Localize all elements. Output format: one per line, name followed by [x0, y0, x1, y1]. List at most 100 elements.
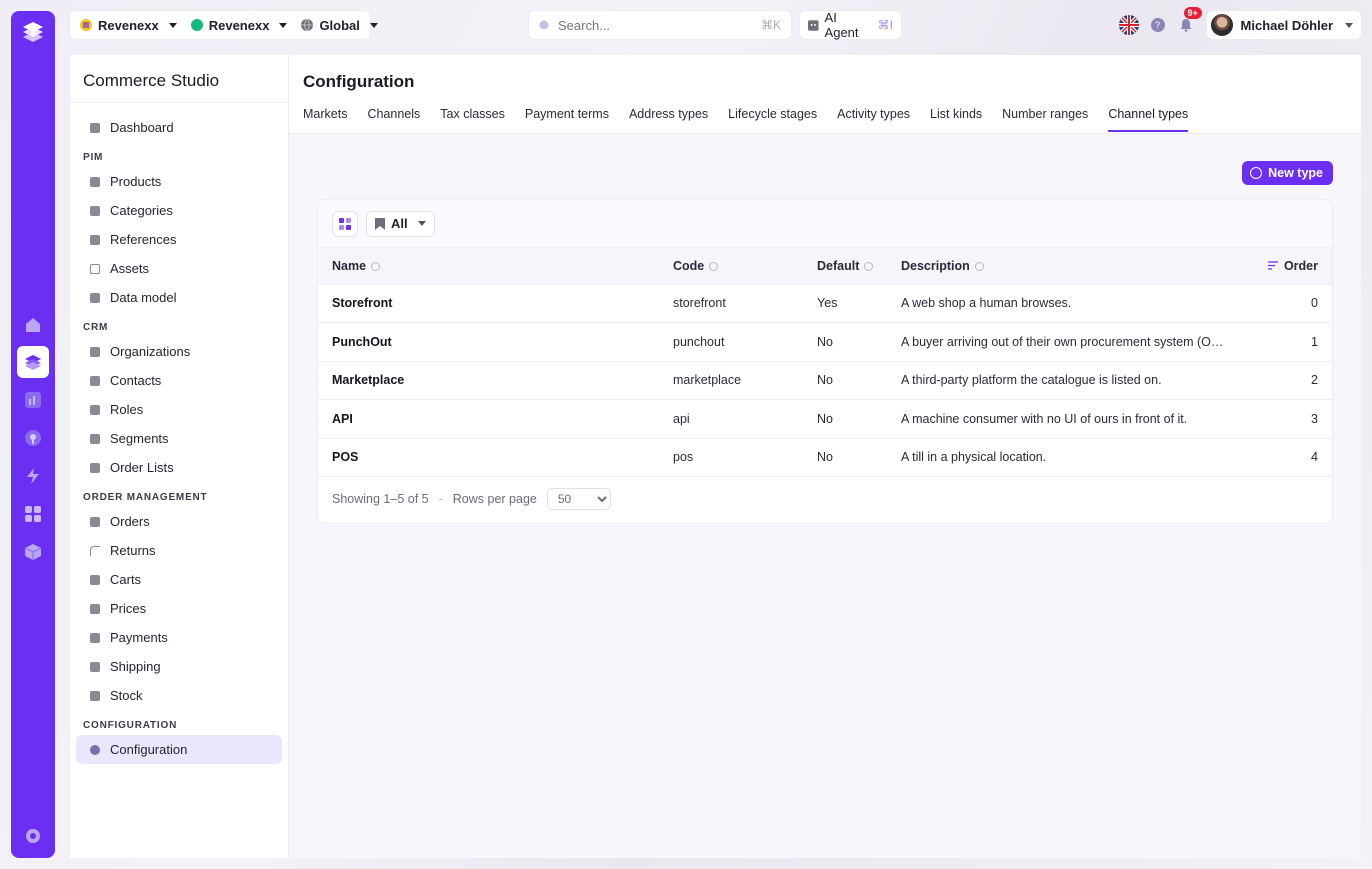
- notifications-button[interactable]: 9+: [1177, 7, 1202, 34]
- contact-icon: [90, 375, 100, 386]
- sidebar: Commerce Studio Dashboard PIM Products C…: [70, 55, 289, 858]
- table-row[interactable]: Storefront storefront Yes A web shop a h…: [318, 284, 1332, 323]
- tab-number-ranges[interactable]: Number ranges: [1002, 103, 1088, 134]
- layers-icon[interactable]: [17, 346, 49, 378]
- sort-icon[interactable]: [371, 261, 381, 271]
- sidebar-item-segments[interactable]: Segments: [76, 424, 282, 453]
- sidebar-item-label: Payments: [110, 630, 168, 645]
- analytics-icon[interactable]: [20, 387, 46, 413]
- chevron-down-icon: [279, 22, 288, 28]
- sidebar-item-shipping[interactable]: Shipping: [76, 652, 282, 681]
- search-input[interactable]: [558, 17, 753, 33]
- sidebar-section-configuration: CONFIGURATION: [83, 720, 178, 731]
- cell-default: No: [803, 438, 887, 477]
- company-switcher-label: Revenexx: [208, 17, 270, 33]
- table-row[interactable]: API api No A machine consumer with no UI…: [318, 399, 1332, 439]
- bolt-icon[interactable]: [20, 463, 46, 489]
- cell-code: pos: [659, 438, 803, 477]
- tab-channels[interactable]: Channels: [367, 103, 420, 134]
- sidebar-item-dashboard[interactable]: Dashboard: [76, 113, 282, 142]
- ai-agent-label: AI Agent: [824, 10, 859, 40]
- sidebar-item-products[interactable]: Products: [76, 167, 282, 196]
- cell-order: 0: [1232, 284, 1332, 323]
- rows-per-page-label: Rows per page: [452, 492, 537, 506]
- tenant-switcher[interactable]: Revenexx: [76, 13, 181, 37]
- column-header-description[interactable]: Description: [887, 248, 1232, 285]
- tab-lifecycle-stages[interactable]: Lifecycle stages: [728, 103, 817, 134]
- column-header-default[interactable]: Default: [803, 248, 887, 285]
- new-type-label: New type: [1268, 166, 1323, 180]
- sidebar-item-organizations[interactable]: Organizations: [76, 337, 282, 366]
- sort-icon[interactable]: [974, 261, 984, 271]
- config-tabs: Markets Channels Tax classes Payment ter…: [289, 103, 1361, 134]
- cell-code: marketplace: [659, 361, 803, 400]
- table-row[interactable]: Marketplace marketplace No A third-party…: [318, 361, 1332, 400]
- tab-address-types[interactable]: Address types: [629, 103, 708, 134]
- pagination: Showing 1–5 of 5 - Rows per page 50: [318, 477, 1332, 521]
- ai-agent-shortcut: ⌘I: [877, 18, 893, 32]
- cart-icon: [90, 574, 100, 585]
- sidebar-item-prices[interactable]: Prices: [76, 594, 282, 623]
- sidebar-item-contacts[interactable]: Contacts: [76, 366, 282, 395]
- pin-icon[interactable]: [20, 425, 46, 451]
- sidebar-section-crm: CRM: [83, 322, 109, 333]
- sidebar-item-references[interactable]: References: [76, 225, 282, 254]
- image-icon: [90, 263, 100, 274]
- cell-description: A third-party platform the catalogue is …: [887, 361, 1232, 400]
- rows-per-page-select[interactable]: 50: [546, 488, 611, 510]
- new-type-button[interactable]: New type: [1242, 161, 1333, 185]
- home-icon[interactable]: [20, 312, 46, 338]
- cube-icon[interactable]: [20, 539, 46, 565]
- column-header-order[interactable]: Order: [1232, 248, 1332, 285]
- sidebar-item-label: Order Lists: [110, 460, 174, 475]
- table-row[interactable]: PunchOut punchout No A buyer arriving ou…: [318, 322, 1332, 362]
- sidebar-item-assets[interactable]: Assets: [76, 254, 282, 283]
- sidebar-item-configuration[interactable]: Configuration: [76, 735, 282, 764]
- market-switcher[interactable]: Global: [297, 13, 381, 37]
- sidebar-item-label: Data model: [110, 290, 177, 305]
- apps-icon[interactable]: [20, 501, 46, 527]
- sidebar-section-order-management: ORDER MANAGEMENT: [83, 492, 208, 503]
- tab-markets[interactable]: Markets: [303, 103, 347, 134]
- channel-types-table: Name Code Default Description Order Stor…: [318, 248, 1332, 477]
- sidebar-item-stock[interactable]: Stock: [76, 681, 282, 710]
- help-icon[interactable]: ?: [1150, 18, 1165, 32]
- tab-payment-terms[interactable]: Payment terms: [525, 103, 609, 134]
- sidebar-item-payments[interactable]: Payments: [76, 623, 282, 652]
- tab-activity-types[interactable]: Activity types: [837, 103, 910, 134]
- filter-dropdown[interactable]: All: [366, 210, 435, 237]
- table-row[interactable]: POS pos No A till in a physical location…: [318, 438, 1332, 477]
- global-search[interactable]: ⌘K: [529, 11, 791, 39]
- sidebar-item-order-lists[interactable]: Order Lists: [76, 453, 282, 482]
- tab-tax-classes[interactable]: Tax classes: [440, 103, 505, 134]
- tab-list-kinds[interactable]: List kinds: [930, 103, 982, 134]
- sidebar-item-label: Returns: [110, 543, 156, 558]
- company-switcher[interactable]: Revenexx: [187, 13, 292, 37]
- tag-icon: [90, 603, 100, 614]
- notifications-badge: 9+: [1183, 7, 1202, 19]
- dashboard-icon: [90, 122, 100, 133]
- view-toggle-button[interactable]: [332, 210, 358, 237]
- user-menu[interactable]: Michael Döhler: [1206, 11, 1361, 39]
- sidebar-item-label: Stock: [110, 688, 143, 703]
- box-icon: [90, 205, 100, 216]
- column-header-name[interactable]: Name: [318, 248, 659, 285]
- settings-gear-icon[interactable]: [20, 823, 46, 849]
- sort-icon[interactable]: [709, 261, 719, 271]
- sidebar-item-data-model[interactable]: Data model: [76, 283, 282, 312]
- column-header-code[interactable]: Code: [659, 248, 803, 285]
- top-bar: Revenexx Revenexx Global ⌘K AI Agent ⌘I: [70, 7, 1361, 40]
- app-logo-icon[interactable]: [19, 19, 47, 47]
- cell-description: A till in a physical location.: [887, 438, 1232, 477]
- search-icon: [539, 20, 549, 29]
- tab-channel-types[interactable]: Channel types: [1108, 103, 1188, 134]
- sidebar-item-orders[interactable]: Orders: [76, 507, 282, 536]
- sidebar-item-roles[interactable]: Roles: [76, 395, 282, 424]
- uk-flag-icon[interactable]: [1118, 15, 1139, 35]
- sidebar-item-returns[interactable]: Returns: [76, 536, 282, 565]
- sort-icon[interactable]: [864, 261, 874, 271]
- sidebar-item-carts[interactable]: Carts: [76, 565, 282, 594]
- ai-agent-button[interactable]: AI Agent ⌘I: [800, 10, 901, 40]
- sidebar-item-categories[interactable]: Categories: [76, 196, 282, 225]
- credit-card-icon: [90, 632, 100, 643]
